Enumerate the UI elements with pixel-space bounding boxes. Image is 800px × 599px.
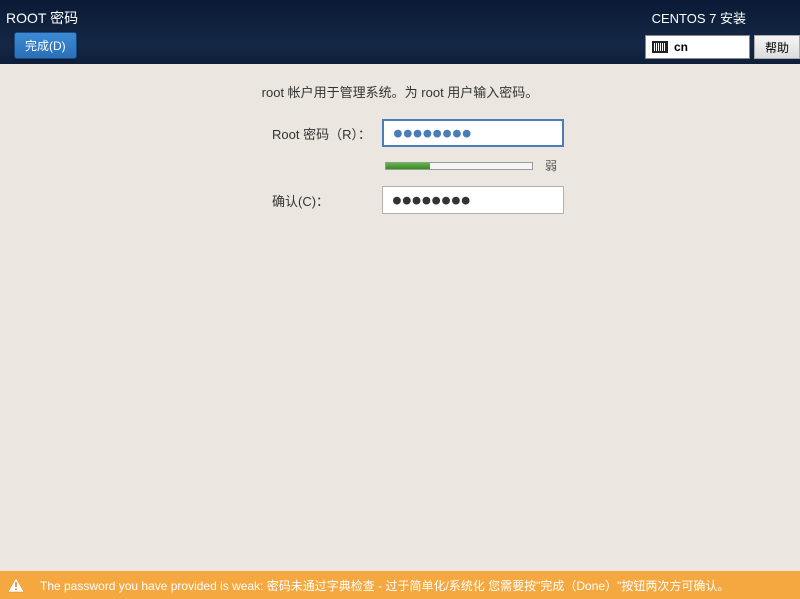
instruction-text: root 帐户用于管理系统。为 root 用户输入密码。 (0, 82, 800, 101)
header-controls: cn 帮助 (645, 35, 800, 59)
password-strength-label: 弱 (545, 157, 557, 174)
keyboard-icon (652, 41, 668, 53)
warning-bar: The password you have provided is weak: … (0, 571, 800, 599)
header-bar: ROOT 密码 完成(D) CENTOS 7 安装 cn 帮助 (0, 0, 800, 64)
root-password-input[interactable] (382, 119, 564, 147)
password-row: Root 密码（R）： (0, 119, 800, 147)
help-button[interactable]: 帮助 (754, 35, 800, 59)
confirm-label: 确认(C)： (272, 191, 382, 210)
warning-text: The password you have provided is weak: … (40, 577, 729, 594)
header-right: CENTOS 7 安装 cn 帮助 (645, 0, 800, 59)
content-area: root 帐户用于管理系统。为 root 用户输入密码。 Root 密码（R）：… (0, 64, 800, 214)
install-title: CENTOS 7 安装 (645, 8, 746, 27)
strength-row: 弱 (0, 157, 800, 174)
password-strength-fill (386, 163, 430, 169)
keyboard-lang-label: cn (674, 40, 688, 54)
warning-icon (8, 578, 24, 593)
confirm-row: 确认(C)： (0, 186, 800, 214)
keyboard-layout-indicator[interactable]: cn (645, 35, 750, 59)
page-title: ROOT 密码 (6, 8, 78, 28)
password-strength-bar (385, 162, 533, 170)
done-button[interactable]: 完成(D) (14, 32, 77, 59)
password-label: Root 密码（R）： (272, 124, 382, 143)
confirm-password-input[interactable] (382, 186, 564, 214)
